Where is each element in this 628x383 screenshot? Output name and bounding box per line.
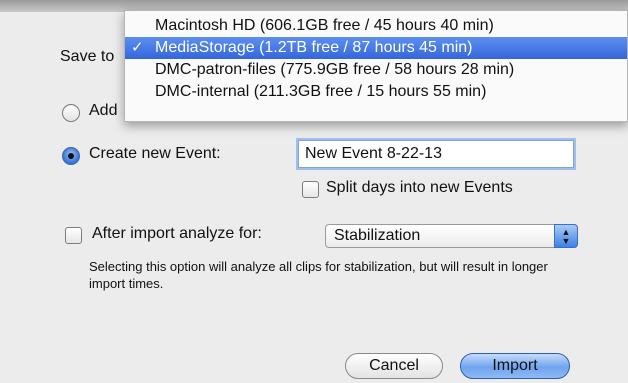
save-to-label: Save to (60, 48, 115, 65)
menu-item-mediastorage[interactable]: ✓ MediaStorage (1.2TB free / 87 hours 45… (125, 37, 627, 59)
import-dialog: Save to Add Create new Event: New Event … (0, 0, 628, 383)
split-days-checkbox[interactable] (302, 181, 319, 198)
analyze-checkbox[interactable] (65, 227, 82, 244)
menu-item-dmc-patron-files[interactable]: DMC-patron-files (775.9GB free / 58 hour… (125, 59, 627, 81)
menu-item-label: DMC-patron-files (775.9GB free / 58 hour… (155, 61, 515, 78)
menu-item-macintosh-hd[interactable]: Macintosh HD (606.1GB free / 45 hours 40… (125, 15, 627, 37)
analyze-type-popup[interactable]: Stabilization ▲ ▼ (325, 224, 578, 248)
analyze-type-value: Stabilization (334, 227, 421, 244)
analyze-label: After import analyze for: (92, 225, 262, 242)
menu-item-label: DMC-internal (211.3GB free / 15 hours 55… (155, 83, 487, 100)
menu-item-label: MediaStorage (1.2TB free / 87 hours 45 m… (155, 39, 473, 56)
add-to-existing-event-radio[interactable] (62, 104, 80, 122)
create-new-event-radio[interactable] (62, 147, 80, 165)
checkmark-icon: ✓ (131, 39, 144, 56)
cancel-button[interactable]: Cancel (345, 353, 443, 379)
event-name-field[interactable]: New Event 8-22-13 (298, 140, 574, 168)
menu-item-dmc-internal[interactable]: DMC-internal (211.3GB free / 15 hours 55… (125, 81, 627, 103)
save-to-menu: Macintosh HD (606.1GB free / 45 hours 40… (124, 10, 628, 122)
create-new-event-label: Create new Event: (89, 145, 221, 162)
add-label: Add (89, 102, 118, 119)
split-days-label: Split days into new Events (326, 179, 513, 196)
import-button[interactable]: Import (460, 353, 570, 379)
menu-item-label: Macintosh HD (606.1GB free / 45 hours 40… (155, 17, 494, 34)
up-down-arrows-icon: ▲ ▼ (554, 224, 578, 248)
analyze-note: Selecting this option will analyze all c… (89, 259, 548, 291)
